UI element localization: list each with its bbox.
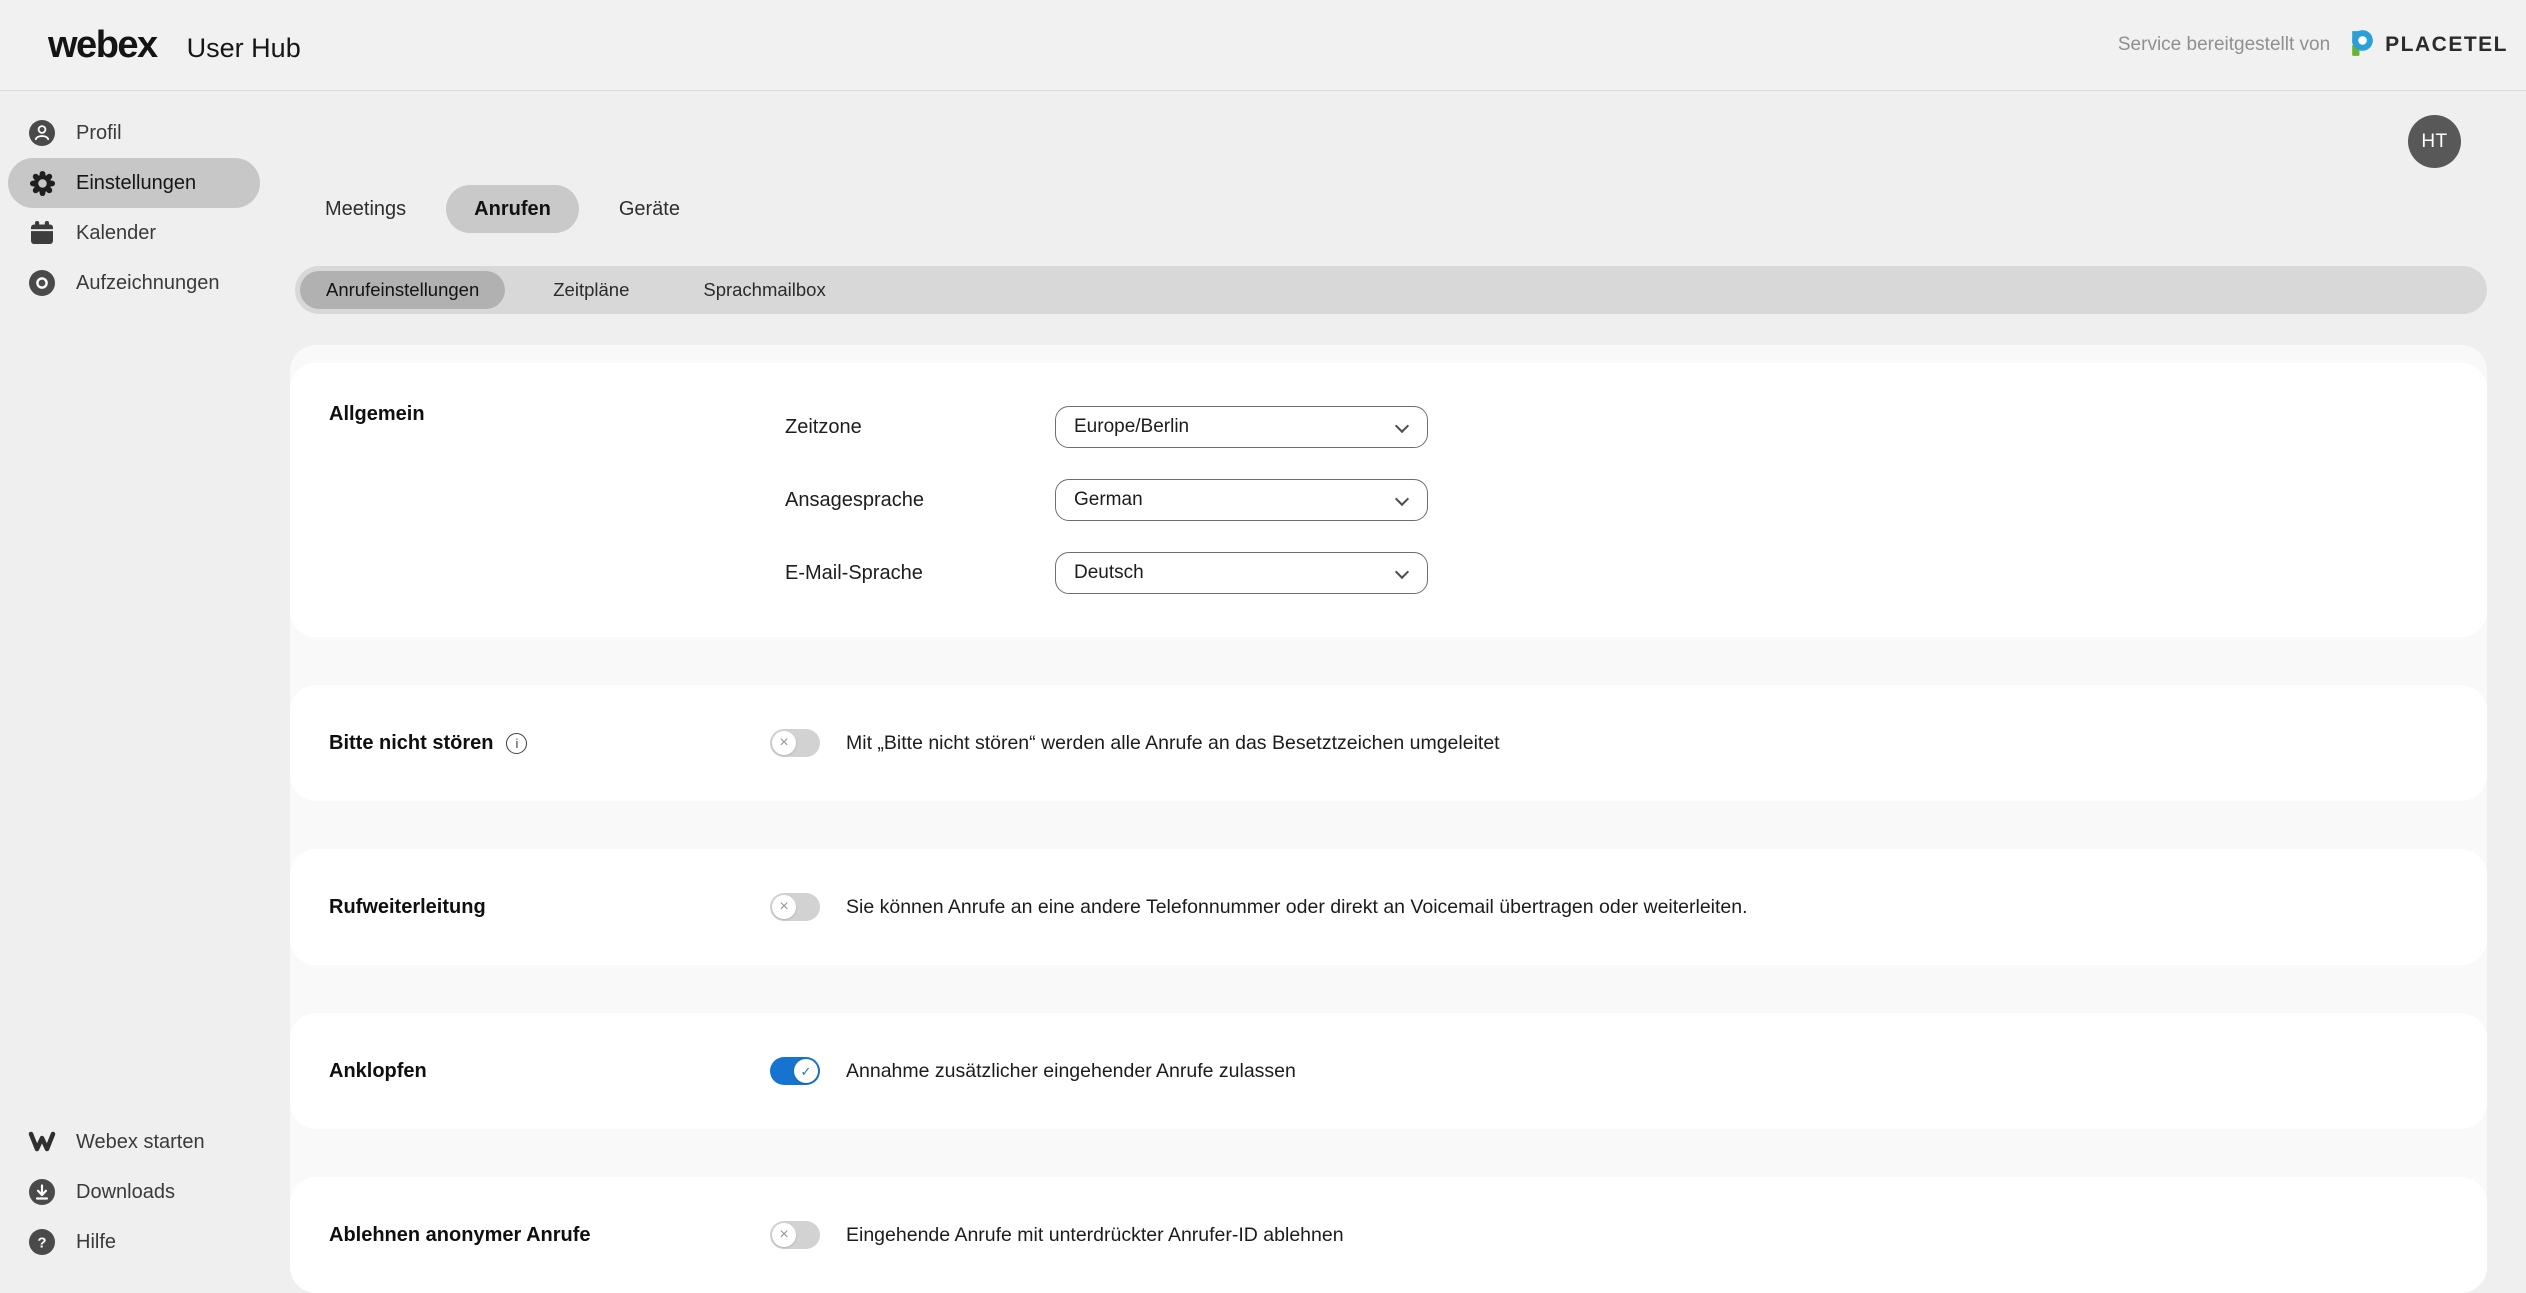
sidebar: Profil Einstellungen [0,92,272,1261]
setting-description: Annahme zusätzlicher eingehender Anrufe … [846,1060,1296,1083]
sidebar-item-aufzeichnungen[interactable]: Aufzeichnungen [8,258,260,308]
toggle-knob [794,1059,818,1083]
sidebar-item-kalender[interactable]: Kalender [8,208,260,258]
rufweiterleitung-toggle[interactable] [770,893,820,921]
subtab-anrufeinstellungen[interactable]: Anrufeinstellungen [300,271,505,309]
content-panel: Allgemein Zeitzone Europe/Berlin Ansages… [290,345,2487,1261]
chevron-down-icon [1395,565,1409,579]
webex-icon [28,1128,56,1156]
ansagesprache-select[interactable]: German [1055,479,1428,521]
toggle-knob [772,895,796,919]
field-label: E-Mail-Sprache [785,562,1055,585]
setting-label: Anklopfen [329,1060,770,1083]
sidebar-item-label: Webex starten [76,1131,205,1154]
app-header: webex User Hub Service bereitgestellt vo… [0,0,2526,91]
ablehnen-anonymer-anrufe-toggle[interactable] [770,1221,820,1249]
anklopfen-toggle[interactable] [770,1057,820,1085]
avatar[interactable]: HT [2408,115,2461,168]
settings-tabs: Meetings Anrufen Geräte [297,185,708,233]
setting-label: Ablehnen anonymer Anrufe [329,1224,770,1247]
sidebar-item-label: Aufzeichnungen [76,272,219,295]
setting-label: Bitte nicht stören i [329,732,770,755]
provider-logo: PLACETEL [2346,27,2508,63]
section-ablehnen-anonymer-anrufe: Ablehnen anonymer Anrufe Eingehende Anru… [290,1177,2487,1293]
help-icon: ? [28,1228,56,1256]
field-row-email-sprache: E-Mail-Sprache Deutsch [785,552,1428,594]
info-icon[interactable]: i [506,733,527,754]
setting-label: Rufweiterleitung [329,896,770,919]
select-value: German [1074,489,1143,511]
setting-description: Mit „Bitte nicht stören“ werden alle Anr… [846,732,1500,755]
section-anklopfen: Anklopfen Annahme zusätzlicher eingehend… [290,1013,2487,1129]
subtab-zeitplaene[interactable]: Zeitpläne [527,271,655,309]
recordings-icon [28,269,56,297]
sidebar-item-label: Profil [76,122,122,145]
sidebar-item-einstellungen[interactable]: Einstellungen [8,158,260,208]
tab-meetings[interactable]: Meetings [297,185,434,233]
field-label: Ansagesprache [785,489,1055,512]
service-provided-label: Service bereitgestellt von [2118,34,2330,56]
sidebar-item-downloads[interactable]: Downloads [8,1167,260,1217]
sidebar-item-webex-starten[interactable]: Webex starten [8,1117,260,1167]
sidebar-item-label: Einstellungen [76,172,196,195]
sidebar-item-label: Hilfe [76,1231,116,1254]
svg-text:?: ? [37,1235,46,1252]
section-rufweiterleitung: Rufweiterleitung Sie können Anrufe an ei… [290,849,2487,965]
sidebar-item-label: Downloads [76,1181,175,1204]
select-value: Deutsch [1074,562,1144,584]
webex-home-link[interactable]: webex User Hub [48,24,301,67]
download-icon [28,1178,56,1206]
setting-description: Eingehende Anrufe mit unterdrückter Anru… [846,1224,1344,1247]
sidebar-item-profil[interactable]: Profil [8,108,260,158]
field-label: Zeitzone [785,416,1055,439]
placetel-icon [2346,27,2377,63]
subtab-sprachmailbox[interactable]: Sprachmailbox [677,271,851,309]
toggle-knob [772,1223,796,1247]
zeitzone-select[interactable]: Europe/Berlin [1055,406,1428,448]
provider-name: PLACETEL [2385,33,2508,57]
webex-logo: webex [48,24,157,67]
tab-anrufen[interactable]: Anrufen [446,185,579,233]
bitte-nicht-stoeren-toggle[interactable] [770,729,820,757]
profile-icon [28,119,56,147]
tab-geraete[interactable]: Geräte [591,185,708,233]
calendar-icon [28,219,56,247]
section-bitte-nicht-stoeren: Bitte nicht stören i Mit „Bitte nicht st… [290,685,2487,801]
select-value: Europe/Berlin [1074,416,1189,438]
sidebar-item-hilfe[interactable]: ? Hilfe [8,1217,260,1267]
page-title: User Hub [187,33,301,64]
settings-gear-icon [28,169,56,197]
toggle-knob [772,731,796,755]
email-sprache-select[interactable]: Deutsch [1055,552,1428,594]
field-row-zeitzone: Zeitzone Europe/Berlin [785,406,1428,448]
field-row-ansagesprache: Ansagesprache German [785,479,1428,521]
chevron-down-icon [1395,419,1409,433]
section-title: Allgemein [329,403,425,426]
sidebar-item-label: Kalender [76,222,156,245]
calling-subtabs: Anrufeinstellungen Zeitpläne Sprachmailb… [295,266,2487,314]
section-allgemein: Allgemein Zeitzone Europe/Berlin Ansages… [290,363,2487,637]
sidebar-footer: Webex starten Downloads ? Hilfe [0,1117,272,1267]
setting-description: Sie können Anrufe an eine andere Telefon… [846,896,1748,919]
chevron-down-icon [1395,492,1409,506]
